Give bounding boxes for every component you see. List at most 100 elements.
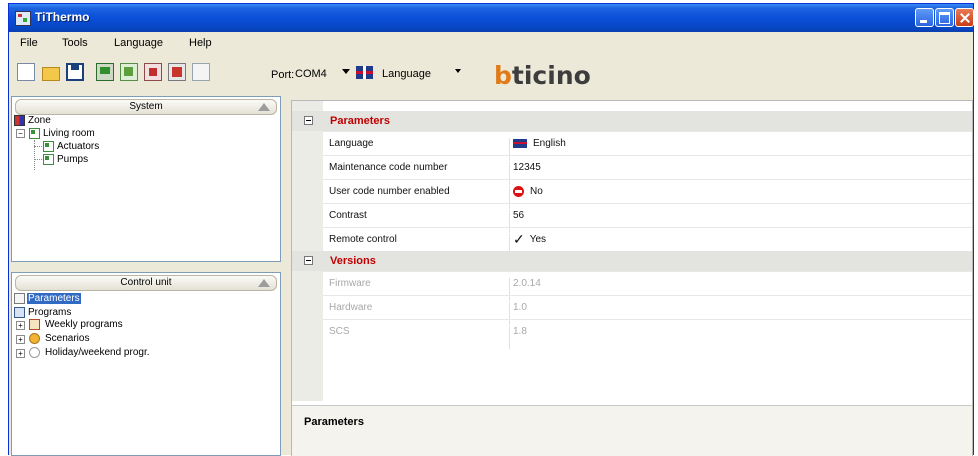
property-row-firmware: Firmware 2.0.14 [323, 271, 972, 301]
help-title: Parameters [304, 416, 364, 428]
maximize-button[interactable] [935, 8, 954, 27]
tree-label: Programs [28, 307, 72, 318]
category-label: Versions [330, 255, 376, 267]
app-window: TiThermo File Tools Language Help Port: … [8, 3, 974, 456]
tree-label: Holiday/weekend progr. [45, 347, 150, 358]
property-value[interactable]: No [513, 186, 543, 197]
property-value[interactable]: 56 [513, 210, 524, 221]
port-select[interactable]: COM4 [295, 65, 335, 83]
property-row-scs: SCS 1.8 [323, 319, 972, 349]
collapse-node-icon[interactable] [304, 256, 313, 265]
tree-line [34, 159, 42, 160]
expand-node-icon[interactable]: + [16, 335, 25, 344]
category-versions[interactable]: Versions [292, 251, 972, 271]
collapse-icon[interactable] [258, 103, 270, 111]
toolbar: Port: COM4 Language bticino [9, 54, 973, 92]
expand-node-icon[interactable]: + [16, 349, 25, 358]
control-unit-panel: Control unit Parameters Programs + Weekl… [11, 272, 281, 456]
system-panel-header[interactable]: System [15, 99, 277, 115]
logo-rest: ticino [511, 61, 591, 90]
tree-label: Zone [28, 115, 51, 126]
receive-icon[interactable] [144, 63, 162, 81]
right-pane: Parameters Language English Maintenance … [291, 96, 978, 456]
tree-item-zone[interactable]: Zone [14, 115, 94, 127]
category-parameters[interactable]: Parameters [292, 111, 972, 131]
chevron-down-icon[interactable] [342, 69, 350, 74]
properties-icon[interactable] [192, 63, 210, 81]
tree-label: Weekly programs [45, 319, 123, 330]
tree-label: Living room [43, 128, 95, 139]
open-folder-icon[interactable] [42, 67, 60, 81]
language-value: English [533, 138, 566, 149]
category-label: Parameters [330, 115, 390, 127]
tree-item-actuators[interactable]: Actuators [43, 141, 143, 153]
property-row-contrast[interactable]: Contrast 56 [323, 203, 972, 233]
property-row-language[interactable]: Language English [323, 131, 972, 161]
user-code-value: No [530, 186, 543, 198]
new-file-icon[interactable] [17, 63, 35, 81]
tree-item-parameters[interactable]: Parameters [14, 293, 114, 305]
control-panel-header[interactable]: Control unit [15, 275, 277, 291]
holiday-icon [29, 347, 40, 358]
bticino-logo: bticino [494, 61, 591, 90]
uk-flag-icon [513, 138, 527, 148]
property-value[interactable]: 12345 [513, 162, 541, 173]
collapse-node-icon[interactable]: − [16, 129, 25, 138]
tree-item-programs[interactable]: Programs [14, 307, 114, 319]
property-row-maintenance[interactable]: Maintenance code number 12345 [323, 155, 972, 185]
scenario-icon [29, 333, 40, 344]
property-row-remote-control[interactable]: Remote control ✓ Yes [323, 227, 972, 257]
system-panel: System Zone − Living room Actuators Pump [11, 96, 281, 262]
system-panel-title: System [129, 101, 163, 112]
collapse-icon[interactable] [258, 279, 270, 287]
tree-item-pumps[interactable]: Pumps [43, 154, 143, 166]
help-pane: Parameters [292, 405, 972, 456]
chevron-down-icon[interactable] [455, 69, 461, 73]
expand-node-icon[interactable]: + [16, 321, 25, 330]
window-title: TiThermo [35, 10, 90, 24]
tree-line [34, 146, 42, 147]
logo-b-letter: b [494, 61, 512, 90]
property-grid: Parameters Language English Maintenance … [291, 100, 973, 456]
send-icon[interactable] [120, 63, 138, 81]
menu-bar: File Tools Language Help [9, 33, 973, 53]
property-value[interactable]: ✓ Yes [513, 231, 546, 248]
parameters-icon [14, 293, 25, 304]
tree-line [34, 140, 35, 170]
zone-icon [14, 115, 25, 126]
property-value[interactable]: English [513, 138, 566, 149]
property-row-hardware: Hardware 1.0 [323, 295, 972, 325]
property-value: 2.0.14 [513, 278, 541, 289]
tree-label: Scenarios [45, 333, 90, 344]
actuator-icon [43, 141, 54, 152]
tree-item-living-room[interactable]: Living room [29, 128, 129, 140]
collapse-node-icon[interactable] [304, 116, 313, 125]
uk-flag-icon [356, 66, 373, 79]
app-icon [15, 11, 31, 26]
port-label: Port: [271, 69, 295, 81]
menu-tools[interactable]: Tools [62, 37, 88, 49]
remote-value: Yes [529, 234, 547, 246]
tree-item-weekly-programs[interactable]: Weekly programs [29, 319, 149, 331]
tree-item-scenarios[interactable]: Scenarios [29, 333, 149, 345]
language-select[interactable]: Language [382, 65, 431, 83]
menu-file[interactable]: File [20, 37, 38, 49]
left-pane: System Zone − Living room Actuators Pump [11, 96, 281, 456]
menu-help[interactable]: Help [189, 37, 212, 49]
delete-icon[interactable] [168, 63, 186, 81]
title-bar[interactable]: TiThermo [9, 4, 974, 32]
tree-item-holiday[interactable]: Holiday/weekend progr. [29, 347, 189, 359]
tree-label: Parameters [27, 293, 81, 304]
property-row-user-code[interactable]: User code number enabled No [323, 179, 972, 209]
tree-label: Pumps [57, 154, 89, 165]
close-button[interactable] [955, 8, 974, 27]
minimize-button[interactable] [915, 8, 934, 27]
monitor-icon[interactable] [96, 63, 114, 81]
menu-language[interactable]: Language [114, 37, 163, 49]
checkmark-icon: ✓ [513, 231, 525, 247]
programs-icon [14, 307, 25, 318]
control-panel-title: Control unit [120, 277, 172, 288]
calendar-icon [29, 319, 40, 330]
save-icon[interactable] [66, 63, 84, 81]
property-value: 1.8 [513, 326, 527, 337]
